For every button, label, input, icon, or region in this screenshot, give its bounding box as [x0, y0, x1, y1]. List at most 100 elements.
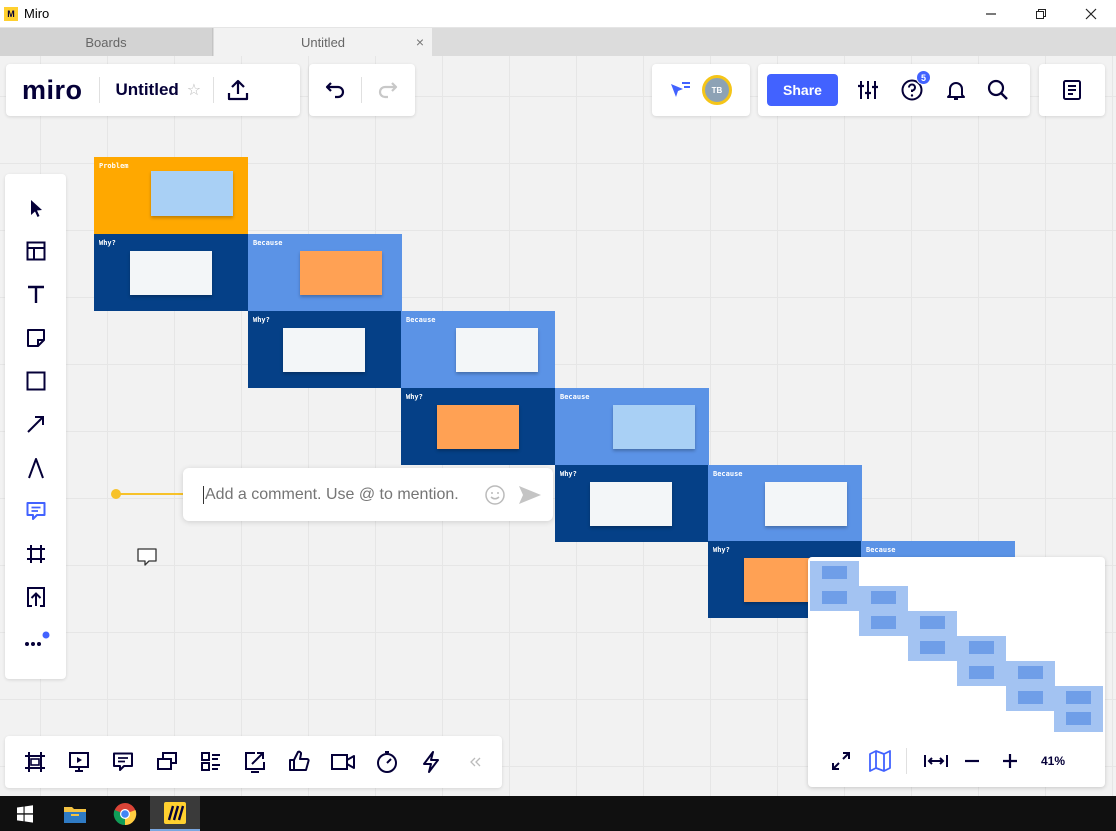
templates-tool[interactable] — [5, 231, 66, 271]
zoom-level[interactable]: 41% — [1041, 754, 1065, 768]
collapse-icon — [470, 757, 481, 767]
window-title: Miro — [24, 6, 50, 21]
video-chat-button[interactable] — [321, 742, 365, 782]
zoom-out-button[interactable] — [963, 752, 981, 770]
send-comment-button[interactable] — [518, 484, 542, 506]
notifications-button[interactable] — [944, 78, 968, 102]
kanban-button[interactable] — [189, 742, 233, 782]
because-frame[interactable]: Because — [555, 388, 709, 465]
because-frame[interactable]: Because — [248, 234, 402, 311]
comment-tool[interactable] — [5, 491, 66, 531]
miro-logo[interactable]: miro — [22, 75, 83, 106]
settings-button[interactable] — [856, 78, 880, 102]
board-name[interactable]: Untitled — [116, 80, 179, 100]
frame-icon — [26, 545, 45, 563]
undo-button[interactable] — [323, 78, 347, 102]
sticky-note[interactable] — [130, 251, 212, 295]
voting-button[interactable] — [277, 742, 321, 782]
minimap-controls: 41% — [808, 743, 1105, 779]
fit-to-screen-button[interactable] — [830, 750, 852, 772]
thumbs-up-icon — [289, 750, 310, 771]
zoom-in-button[interactable] — [1001, 752, 1019, 770]
sticky-note[interactable] — [151, 171, 233, 216]
minimap-frame — [957, 636, 1006, 661]
emoji-button[interactable] — [484, 484, 506, 506]
sticky-note-tool[interactable] — [5, 318, 66, 358]
sticky-note[interactable] — [456, 328, 538, 372]
shape-tool[interactable] — [5, 361, 66, 401]
sticky-note[interactable] — [437, 405, 519, 449]
text-icon — [27, 285, 44, 303]
screen-share-button[interactable] — [233, 742, 277, 782]
why-frame[interactable]: Why? — [94, 234, 248, 311]
pen-tool[interactable] — [5, 448, 66, 488]
tab-close-button[interactable]: × — [416, 34, 424, 50]
comment-pin[interactable] — [136, 546, 158, 573]
cursor-filter-button[interactable] — [668, 78, 692, 102]
tab-untitled[interactable]: Untitled × — [214, 28, 432, 56]
sticky-note[interactable] — [300, 251, 382, 295]
avatar[interactable]: TB — [702, 75, 732, 105]
minimap-frame — [810, 586, 859, 611]
minimap-frame — [1006, 686, 1055, 711]
minimize-button[interactable] — [966, 0, 1016, 28]
send-icon — [519, 485, 541, 504]
frames-button[interactable] — [13, 742, 57, 782]
more-tools[interactable] — [5, 620, 66, 660]
upload-tool[interactable] — [5, 577, 66, 617]
share-button[interactable]: Share — [767, 74, 838, 106]
apps-button[interactable] — [409, 742, 453, 782]
text-tool[interactable] — [5, 274, 66, 314]
minimap-frame — [957, 661, 1006, 686]
because-frame[interactable]: Because — [401, 311, 555, 388]
comment-input[interactable] — [203, 485, 468, 504]
templates-icon — [26, 241, 45, 261]
notes-button[interactable] — [1060, 78, 1084, 102]
minimap-frame — [908, 636, 957, 661]
frame-label: Why? — [406, 393, 423, 401]
why-frame[interactable]: Why? — [401, 388, 555, 465]
map-toggle-button[interactable] — [868, 749, 892, 773]
why-frame[interactable]: Why? — [555, 465, 709, 542]
restore-button[interactable] — [1016, 0, 1066, 28]
redo-button[interactable] — [376, 78, 400, 102]
frame-label: Why? — [560, 470, 577, 478]
timer-button[interactable] — [365, 742, 409, 782]
sticky-note[interactable] — [283, 328, 365, 372]
taskbar-chrome[interactable] — [100, 796, 150, 831]
comments-icon — [113, 752, 133, 771]
taskbar-file-explorer[interactable] — [50, 796, 100, 831]
minimap-preview[interactable] — [808, 557, 1105, 732]
problem-frame[interactable]: Problem — [94, 157, 248, 234]
tab-boards[interactable]: Boards — [0, 28, 213, 56]
collapse-toolbar-button[interactable] — [453, 742, 497, 782]
cards-button[interactable] — [145, 742, 189, 782]
frame-tool[interactable] — [5, 534, 66, 574]
search-button[interactable] — [986, 78, 1010, 102]
frame-label: Because — [253, 239, 283, 247]
sticky-note[interactable] — [590, 482, 672, 526]
start-button[interactable] — [0, 796, 50, 831]
because-frame[interactable]: Because — [708, 465, 862, 542]
export-button[interactable] — [226, 78, 250, 102]
presentation-button[interactable] — [57, 742, 101, 782]
cursor-icon — [30, 200, 42, 217]
sticky-note[interactable] — [765, 482, 847, 526]
connection-line-tool[interactable] — [5, 404, 66, 444]
why-frame[interactable]: Why? — [248, 311, 402, 388]
sticky-note[interactable] — [613, 405, 695, 449]
star-icon[interactable]: ☆ — [187, 80, 201, 100]
taskbar-miro[interactable] — [150, 796, 200, 831]
fit-width-button[interactable] — [923, 750, 949, 772]
frame-label: Why? — [253, 316, 270, 324]
comments-button[interactable] — [101, 742, 145, 782]
minimap[interactable]: 41% — [808, 557, 1105, 787]
board-canvas[interactable]: Problem Why? Because Why? Because Why? B… — [0, 56, 1116, 796]
close-window-button[interactable] — [1066, 0, 1116, 28]
sliders-icon — [858, 81, 878, 99]
timer-icon — [377, 751, 397, 773]
fit-width-icon — [924, 755, 948, 767]
comment-anchor[interactable] — [111, 489, 121, 499]
history-panel — [309, 64, 415, 116]
select-tool[interactable] — [5, 188, 66, 228]
